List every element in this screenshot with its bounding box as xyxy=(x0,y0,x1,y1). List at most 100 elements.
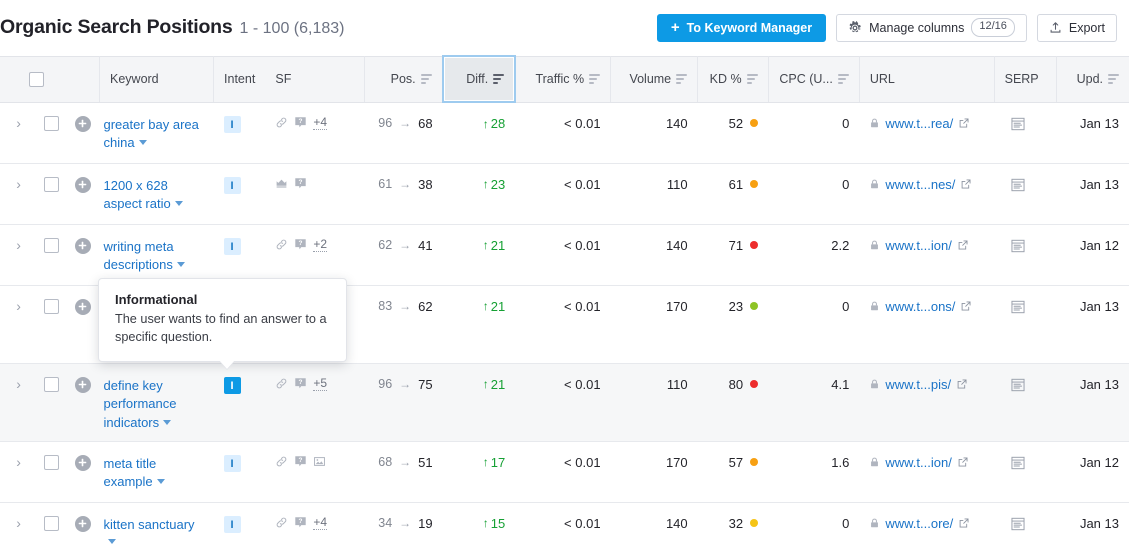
keyword-link[interactable]: writing meta descriptions xyxy=(104,239,174,273)
table-row[interactable]: › greater bay area china I ? +4 96 → 68 ↑… xyxy=(0,102,1129,164)
row-add-cell[interactable] xyxy=(70,285,100,364)
intent-badge[interactable]: I xyxy=(223,116,241,133)
chevron-down-icon[interactable] xyxy=(138,140,147,145)
intent-cell[interactable]: I xyxy=(213,102,266,164)
chevron-right-icon[interactable]: › xyxy=(16,455,21,469)
intent-cell[interactable]: I xyxy=(213,163,266,225)
chevron-right-icon[interactable]: › xyxy=(16,299,21,313)
row-checkbox[interactable] xyxy=(44,115,60,131)
keyword-link[interactable]: 1200 x 628 aspect ratio xyxy=(104,178,171,212)
external-link-icon[interactable] xyxy=(958,117,970,129)
image-icon[interactable] xyxy=(313,455,326,468)
keyword-cell[interactable]: greater bay area china xyxy=(99,102,214,164)
row-add-cell[interactable] xyxy=(70,363,100,442)
to-keyword-manager-button[interactable]: + To Keyword Manager xyxy=(656,13,827,42)
row-checkbox[interactable] xyxy=(44,298,60,314)
th-sf[interactable]: SF xyxy=(265,55,366,103)
th-kd[interactable]: KD % xyxy=(697,55,769,103)
row-checkbox[interactable] xyxy=(44,176,60,192)
keyword-link[interactable]: greater bay area china xyxy=(104,117,199,151)
select-all-checkbox[interactable] xyxy=(29,71,45,87)
serp-icon[interactable] xyxy=(1010,116,1026,132)
question-icon[interactable]: ? xyxy=(294,516,307,529)
row-expand-cell[interactable]: › xyxy=(0,163,34,225)
table-row[interactable]: › 1200 x 628 aspect ratio I ? 61 → 38 ↑ … xyxy=(0,163,1129,225)
serp-cell[interactable] xyxy=(994,502,1057,554)
keyword-link[interactable]: meta title example xyxy=(104,456,157,490)
chevron-right-icon[interactable]: › xyxy=(16,238,21,252)
add-keyword-icon[interactable] xyxy=(74,176,91,193)
url-link[interactable]: www.t...ore/ xyxy=(885,516,953,531)
row-add-cell[interactable] xyxy=(70,163,100,225)
th-cpc[interactable]: CPC (U... xyxy=(768,55,860,103)
row-select-cell[interactable] xyxy=(33,441,71,503)
table-row[interactable]: › kitten sanctuary I ? +4 34 → 19 ↑ 15 < … xyxy=(0,502,1129,554)
row-select-cell[interactable] xyxy=(33,285,71,364)
row-checkbox[interactable] xyxy=(44,454,60,470)
row-add-cell[interactable] xyxy=(70,224,100,286)
row-expand-cell[interactable]: › xyxy=(0,441,34,503)
question-icon[interactable]: ? xyxy=(294,177,307,190)
intent-badge[interactable]: I xyxy=(223,238,241,255)
sf-more-link[interactable]: +4 xyxy=(313,115,328,130)
external-link-icon[interactable] xyxy=(960,300,972,312)
chevron-down-icon[interactable] xyxy=(156,479,165,484)
serp-icon[interactable] xyxy=(1010,455,1026,471)
external-link-icon[interactable] xyxy=(957,239,969,251)
url-link[interactable]: www.t...pis/ xyxy=(885,377,951,392)
intent-badge[interactable]: I xyxy=(223,377,241,394)
intent-badge[interactable]: I xyxy=(223,516,241,533)
external-link-icon[interactable] xyxy=(956,378,968,390)
sf-more-link[interactable]: +2 xyxy=(313,237,328,252)
row-checkbox[interactable] xyxy=(44,515,60,531)
link-icon[interactable] xyxy=(275,455,288,468)
export-button[interactable]: Export xyxy=(1036,13,1117,42)
add-keyword-icon[interactable] xyxy=(74,376,91,393)
keyword-link[interactable]: kitten sanctuary xyxy=(104,517,195,532)
row-expand-cell[interactable]: › xyxy=(0,102,34,164)
keyword-cell[interactable]: 1200 x 628 aspect ratio xyxy=(99,163,214,225)
row-expand-cell[interactable]: › xyxy=(0,285,34,364)
chevron-right-icon[interactable]: › xyxy=(16,116,21,130)
chevron-down-icon[interactable] xyxy=(163,419,172,425)
serp-cell[interactable] xyxy=(994,102,1057,164)
serp-icon[interactable] xyxy=(1010,299,1026,315)
table-row[interactable]: › define key performance indicators I ? +… xyxy=(0,363,1129,442)
th-traffic[interactable]: Traffic % xyxy=(515,55,612,103)
crown-icon[interactable] xyxy=(275,177,288,190)
url-link[interactable]: www.t...rea/ xyxy=(885,116,953,131)
th-keyword[interactable]: Keyword xyxy=(99,55,215,103)
row-expand-cell[interactable]: › xyxy=(0,502,34,554)
th-url[interactable]: URL xyxy=(859,55,995,103)
sf-more-link[interactable]: +5 xyxy=(313,376,328,391)
chevron-right-icon[interactable]: › xyxy=(16,177,21,191)
serp-cell[interactable] xyxy=(994,163,1057,225)
chevron-down-icon[interactable] xyxy=(174,201,183,206)
serp-icon[interactable] xyxy=(1010,177,1026,193)
row-select-cell[interactable] xyxy=(33,163,71,225)
external-link-icon[interactable] xyxy=(957,456,969,468)
intent-cell[interactable]: I xyxy=(213,502,266,554)
chevron-down-icon[interactable] xyxy=(107,539,116,544)
row-add-cell[interactable] xyxy=(70,102,100,164)
table-row[interactable]: › meta title example I ? 68 → 51 ↑ 17 < … xyxy=(0,441,1129,503)
chevron-down-icon[interactable] xyxy=(176,262,185,267)
chevron-right-icon[interactable]: › xyxy=(16,377,21,391)
intent-badge[interactable]: I xyxy=(223,177,241,194)
sf-more-link[interactable]: +4 xyxy=(313,515,328,530)
keyword-cell[interactable]: meta title example xyxy=(99,441,214,503)
serp-cell[interactable] xyxy=(994,441,1057,503)
manage-columns-button[interactable]: Manage columns 12/16 xyxy=(836,13,1027,42)
row-checkbox[interactable] xyxy=(44,376,60,392)
add-keyword-icon[interactable] xyxy=(74,298,91,315)
row-select-cell[interactable] xyxy=(33,363,71,442)
add-keyword-icon[interactable] xyxy=(74,237,91,254)
row-add-cell[interactable] xyxy=(70,441,100,503)
add-keyword-icon[interactable] xyxy=(74,454,91,471)
row-select-cell[interactable] xyxy=(33,102,71,164)
row-add-cell[interactable] xyxy=(70,502,100,554)
add-keyword-icon[interactable] xyxy=(74,515,91,532)
question-icon[interactable]: ? xyxy=(294,455,307,468)
th-diff[interactable]: Diff. xyxy=(441,55,517,103)
link-icon[interactable] xyxy=(275,516,288,529)
